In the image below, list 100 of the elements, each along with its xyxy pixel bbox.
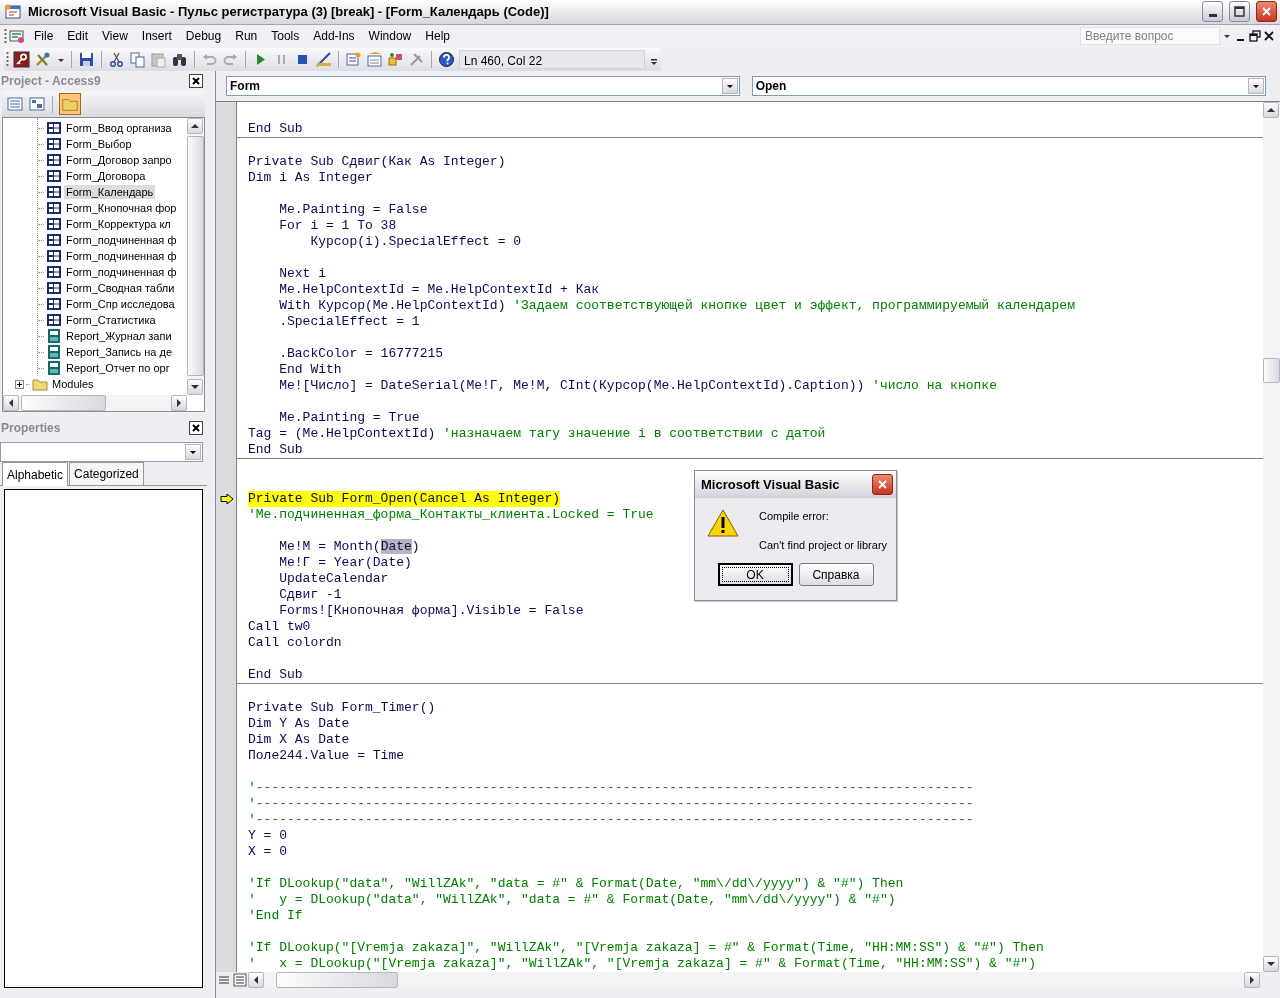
menu-item[interactable]: Help bbox=[418, 25, 457, 47]
toolbar-grip[interactable] bbox=[6, 51, 9, 68]
form-icon bbox=[46, 216, 62, 232]
scroll-left-button[interactable] bbox=[3, 395, 19, 411]
procedure-combo[interactable]: Open bbox=[751, 76, 1266, 96]
menu-item[interactable]: Edit bbox=[60, 25, 96, 47]
code-line: Me.HelpContextId = Me.HelpContextId + Как bbox=[278, 282, 600, 298]
maximize-button[interactable] bbox=[1229, 1, 1250, 23]
window-title: Microsoft Visual Basic - Пульс регистратура (3) [break] - [Form_Календарь (Code)] bbox=[28, 3, 549, 22]
menu-item[interactable]: Add-Ins bbox=[306, 25, 362, 47]
code-line: Me![Число] = DateSerial(Me!Г, Me!М, CInt(Курсор(Me.HelpContextId).Caption)) 'число на кнопке bbox=[278, 378, 997, 394]
scrollbar-thumb[interactable] bbox=[1263, 358, 1280, 383]
tree-item[interactable]: Report_Журнал запи bbox=[64, 329, 174, 343]
tree-item[interactable]: Form_подчиненная ф bbox=[64, 233, 179, 247]
toolbox-icon[interactable] bbox=[408, 50, 425, 68]
tree-item[interactable]: Report_Запись на де bbox=[64, 345, 175, 359]
code-line: Tag = (Me.HelpContextId) 'назначаем тагу значение i в соответствии с датой bbox=[248, 426, 826, 442]
close-button[interactable] bbox=[189, 421, 203, 435]
minimize-icon bbox=[1208, 14, 1217, 18]
close-button[interactable] bbox=[189, 74, 203, 88]
code-line: 'If DLookup("[Vremja zakaza]", "WillZAk", "[Vremja zakaza] = #" & Format(Time, "HH:MM:SS") & "#") Then bbox=[248, 940, 1044, 956]
help-search-field[interactable]: Введите вопрос bbox=[1080, 27, 1220, 45]
menu-item[interactable]: Tools bbox=[264, 25, 307, 47]
scrollbar-thumb[interactable] bbox=[276, 972, 398, 988]
tree-item[interactable]: Form_Сводная табли bbox=[64, 281, 177, 295]
object-browser-icon[interactable] bbox=[387, 50, 404, 68]
app-icon bbox=[4, 2, 22, 21]
folder-icon[interactable] bbox=[59, 93, 81, 115]
tab[interactable]: Alphabetic bbox=[2, 462, 69, 486]
tree-item[interactable]: Form_подчиненная ф bbox=[64, 265, 179, 279]
code-line: Private Sub Form_Timer() bbox=[248, 700, 436, 716]
code-line: 'End If bbox=[248, 908, 303, 924]
tree-item[interactable]: Form_Календарь bbox=[64, 185, 156, 199]
scroll-right-button[interactable] bbox=[1244, 972, 1260, 988]
scroll-down-button[interactable] bbox=[1263, 956, 1279, 972]
tree-item[interactable]: Form_Выбор bbox=[64, 137, 134, 151]
tree-item[interactable]: Report_Отчет по орг bbox=[64, 361, 172, 375]
object-selector[interactable] bbox=[0, 442, 203, 462]
close-button[interactable] bbox=[1256, 1, 1277, 23]
scroll-up-button[interactable] bbox=[1263, 102, 1279, 118]
restore-icon[interactable] bbox=[1248, 28, 1262, 44]
code-line: UpdateCalendar bbox=[278, 571, 389, 587]
tree-item[interactable]: Form_Корректура кл bbox=[64, 217, 173, 231]
tree-item[interactable]: Form_Спр исследова bbox=[64, 297, 177, 311]
maximize-icon bbox=[1233, 5, 1246, 19]
form-icon bbox=[46, 280, 62, 296]
tree-item[interactable]: Form_подчиненная ф bbox=[64, 249, 179, 263]
close-icon bbox=[876, 478, 889, 491]
toolbar-grip[interactable] bbox=[4, 28, 7, 44]
close-button[interactable] bbox=[872, 474, 893, 495]
code-line: 'Ме.подчиненная_форма_Контакты_клиента.Locked = True bbox=[248, 507, 654, 523]
close-icon bbox=[191, 76, 201, 86]
scroll-left-button[interactable] bbox=[248, 972, 264, 988]
panel-title: Project - Access9 bbox=[1, 73, 101, 90]
access-icon[interactable] bbox=[13, 50, 30, 68]
menu-item[interactable]: Window bbox=[361, 25, 419, 47]
tab[interactable]: Categorized bbox=[69, 462, 144, 485]
save-icon[interactable] bbox=[78, 50, 95, 68]
help-icon[interactable] bbox=[438, 50, 455, 68]
menu-item[interactable]: View bbox=[95, 25, 135, 47]
menu-item[interactable]: File bbox=[27, 25, 61, 47]
cut-icon[interactable] bbox=[108, 50, 125, 68]
code-line: .BackColor = 16777215 bbox=[278, 346, 444, 362]
code-line: Dim i As Integer bbox=[248, 170, 373, 186]
scrollbar-thumb[interactable] bbox=[21, 395, 106, 411]
ok-button[interactable]: OK bbox=[717, 563, 793, 586]
execution-arrow-icon bbox=[219, 493, 234, 505]
help-button[interactable]: Справка bbox=[798, 563, 874, 586]
code-line: Me.Painting = False bbox=[278, 202, 428, 218]
menu-item[interactable]: Debug bbox=[178, 25, 229, 47]
insert-icon[interactable] bbox=[34, 50, 51, 68]
menu-item[interactable]: Run bbox=[228, 25, 265, 47]
tree-item[interactable]: Modules bbox=[50, 377, 96, 391]
expand-icon[interactable] bbox=[15, 379, 24, 389]
code-line: Me!Г = Year(Date) bbox=[278, 555, 412, 571]
tree-item[interactable]: Form_Ввод организа bbox=[64, 121, 174, 135]
code-line: End Sub bbox=[248, 667, 303, 683]
tree-item[interactable]: Form_Договор запро bbox=[64, 153, 174, 167]
code-line: Call colordn bbox=[248, 635, 342, 651]
code-line: End With bbox=[278, 362, 342, 378]
tree-item[interactable]: Form_Кнопочная фор bbox=[64, 201, 179, 215]
scroll-up-button[interactable] bbox=[187, 118, 203, 134]
code-line: Call tw0 bbox=[248, 619, 311, 635]
code-line: Курсор(i).SpecialEffect = 0 bbox=[309, 234, 522, 250]
scrollbar-thumb[interactable] bbox=[187, 136, 204, 376]
scroll-right-button[interactable] bbox=[171, 395, 187, 411]
menu-item[interactable]: Insert bbox=[134, 25, 179, 47]
tree-item[interactable]: Form_Статистика bbox=[64, 313, 158, 327]
scroll-down-button[interactable] bbox=[187, 379, 203, 395]
object-combo[interactable]: Form bbox=[226, 76, 740, 96]
view-object-icon[interactable] bbox=[28, 95, 46, 113]
warning-icon bbox=[707, 508, 739, 538]
design-mode-icon[interactable] bbox=[315, 50, 332, 68]
minimize-button[interactable] bbox=[1202, 1, 1223, 23]
copy-icon[interactable] bbox=[129, 50, 146, 68]
tree-item[interactable]: Form_Договора bbox=[64, 169, 148, 183]
code-line: Поле244.Value = Time bbox=[248, 748, 405, 764]
report-icon bbox=[46, 360, 62, 376]
form-icon bbox=[46, 120, 62, 136]
form-icon bbox=[46, 184, 62, 200]
